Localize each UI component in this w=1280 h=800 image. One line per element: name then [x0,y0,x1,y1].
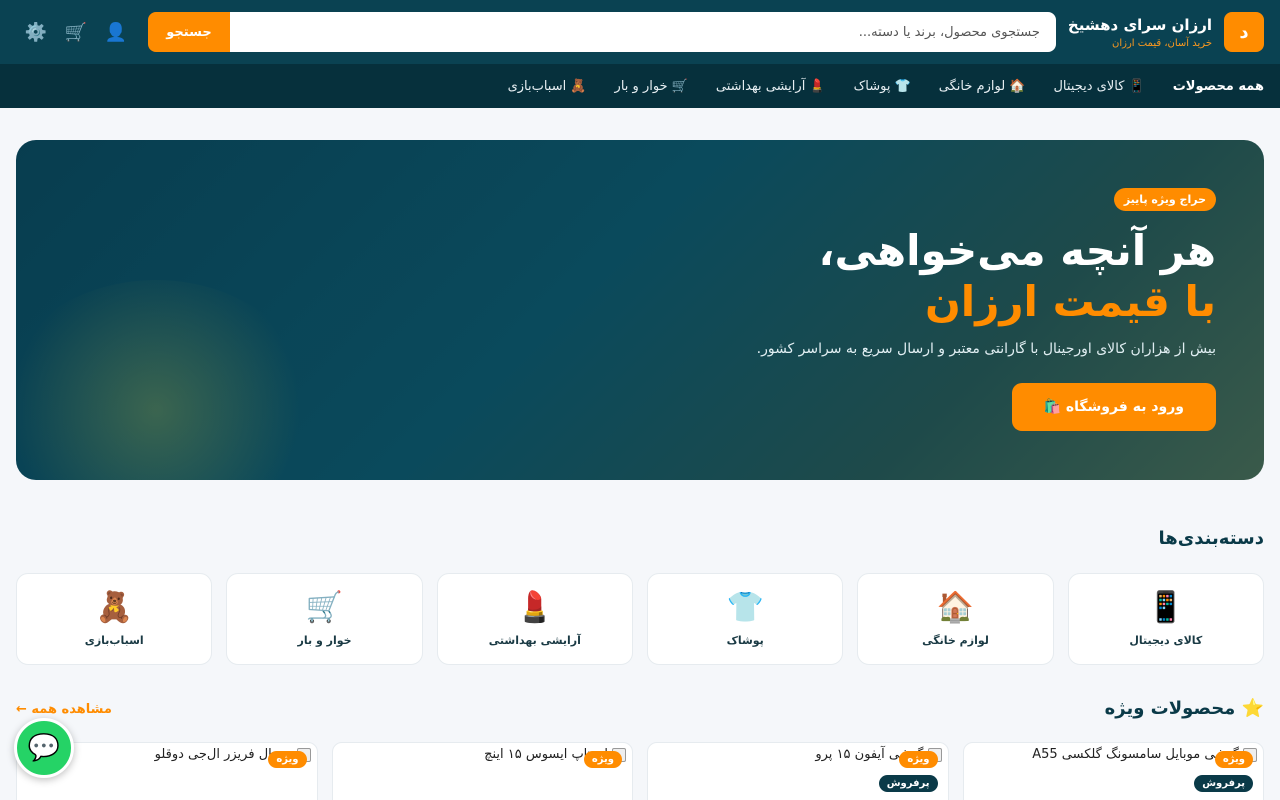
category-label: آرایشی بهداشتی [488,633,581,647]
category-label: اسباب‌بازی [84,633,144,647]
category-label: پوشاک [726,633,764,647]
bestseller-badge: پرفروش [1194,775,1253,792]
category-card-toys[interactable]: 🧸 اسباب‌بازی [16,573,213,665]
enter-store-button[interactable]: ورود به فروشگاه 🛍️ [1011,383,1216,431]
header-actions: 👤 🛒 ⚙️ [16,12,136,52]
bestseller-badge: پرفروش [878,775,938,792]
featured-products: گوشی موبایل سامسونگ گلکسی A55 ویژه پرفرو… [16,742,1264,800]
product-card[interactable]: لپ‌تاپ ایسوس ۱۵ اینچ ویژه [331,742,633,800]
sale-badge: حراج ویژه پاییز [1113,188,1216,211]
category-label: لوازم خانگی [922,633,989,647]
brand-subtitle: خرید آسان، قیمت ارزان [1112,37,1212,49]
category-card-digital[interactable]: 📱 کالای دیجیتال [1067,573,1264,665]
hero-decoration [16,280,316,480]
search-bar: جستجو [148,12,1056,52]
cart-icon: 🛒 [305,589,344,625]
hero-content: حراج ویژه پاییز هر آنچه می‌خواهی، با قیم… [757,188,1216,431]
see-all-link[interactable]: مشاهده همه ← [16,702,112,717]
product-card[interactable]: گوشی آیفون ۱۵ پرو ویژه پرفروش [647,742,949,800]
hero-description: بیش از هزاران کالای اورجینال با گارانتی … [756,341,1216,357]
category-label: خوار و بار [297,633,352,647]
lipstick-icon: 💄 [516,589,554,625]
top-header: د ارزان سرای دهشیخ خرید آسان، قیمت ارزان… [0,0,1280,64]
hero-banner: حراج ویژه پاییز هر آنچه می‌خواهی، با قیم… [16,140,1264,480]
nav-all-products[interactable]: همه محصولات [1173,79,1264,94]
category-label: کالای دیجیتال [1129,633,1203,647]
category-card-groceries[interactable]: 🛒 خوار و بار [226,573,423,665]
chat-icon: 💬 [27,733,61,763]
product-name: گوشی موبایل سامسونگ گلکسی A55 [1032,747,1239,762]
nav-digital[interactable]: 📱 کالای دیجیتال [1053,79,1144,94]
nav-clothing[interactable]: 👕 پوشاک [854,79,911,94]
category-nav: همه محصولات 📱 کالای دیجیتال 🏠 لوازم خانگ… [0,64,1280,108]
search-button[interactable]: جستجو [148,12,230,52]
nav-home-appliances[interactable]: 🏠 لوازم خانگی [939,79,1026,94]
hero-title-highlight: با قیمت ارزان [924,277,1216,326]
nav-cosmetics[interactable]: 💄 آرایشی بهداشتی [716,79,826,94]
gear-icon[interactable]: ⚙️ [16,12,56,52]
brand: ارزان سرای دهشیخ خرید آسان، قیمت ارزان [1068,16,1212,49]
logo[interactable]: د [1224,12,1264,52]
teddy-bear-icon: 🧸 [95,589,133,625]
category-card-home[interactable]: 🏠 لوازم خانگی [857,573,1054,665]
special-badge: ویژه [268,751,307,768]
featured-title: ⭐ محصولات ویژه [1104,698,1264,719]
category-card-cosmetics[interactable]: 💄 آرایشی بهداشتی [436,573,634,665]
user-icon[interactable]: 👤 [96,12,136,52]
special-badge: ویژه [1214,751,1253,768]
product-card[interactable]: گوشی موبایل سامسونگ گلکسی A55 ویژه پرفرو… [962,742,1264,800]
cart-icon[interactable]: 🛒 [56,12,96,52]
chat-button[interactable]: 💬 [14,718,74,778]
tshirt-icon: 👕 [726,589,764,625]
categories-title: دسته‌بندی‌ها [1158,528,1264,549]
categories-grid: 📱 کالای دیجیتال 🏠 لوازم خانگی 👕 پوشاک 💄 … [16,573,1264,665]
hero-title: هر آنچه می‌خواهی، [818,226,1216,275]
special-badge: ویژه [899,751,938,768]
search-input[interactable] [230,12,1056,52]
brand-title: ارزان سرای دهشیخ [1067,15,1212,34]
phone-icon: 📱 [1147,589,1185,625]
nav-groceries[interactable]: 🛒 خوار و بار [615,79,688,94]
category-card-clothing[interactable]: 👕 پوشاک [647,573,844,665]
nav-toys[interactable]: 🧸 اسباب‌بازی [508,79,587,94]
special-badge: ویژه [583,751,622,768]
house-icon: 🏠 [936,589,975,625]
